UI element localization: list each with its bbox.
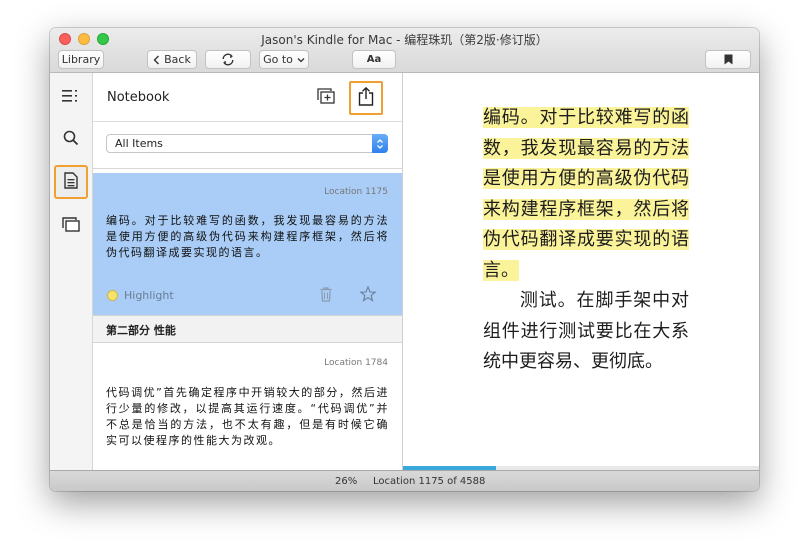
note-type-label: Highlight: [124, 289, 174, 302]
goto-button-label: Go to: [263, 53, 293, 66]
library-button[interactable]: Library: [58, 50, 104, 69]
sidebar-item-search[interactable]: [54, 123, 88, 157]
sidebar-item-toc[interactable]: [54, 80, 88, 114]
sync-icon: [221, 53, 235, 66]
sidebar-rail: [50, 73, 93, 470]
sidebar-item-notebook[interactable]: [54, 165, 88, 199]
trash-icon[interactable]: [320, 287, 332, 306]
close-window-button[interactable]: [59, 33, 71, 45]
library-button-label: Library: [61, 53, 101, 66]
back-button[interactable]: Back: [147, 50, 197, 69]
share-icon: [358, 86, 374, 110]
section-header-label: 第二部分 性能: [106, 324, 176, 337]
title-toolbar: Jason's Kindle for Mac - 编程珠玑（第2版·修订版） L…: [50, 28, 759, 73]
filter-row: All Items: [93, 122, 402, 169]
chevron-down-icon: [297, 57, 305, 63]
filter-select[interactable]: All Items: [106, 134, 388, 153]
notebook-icon: [64, 171, 78, 193]
highlight-color-icon: [107, 290, 118, 301]
note-card[interactable]: Location 1784 代码调优”首先确定程序中开销较大的部分，然后进行少量…: [93, 343, 402, 470]
minimize-window-button[interactable]: [78, 33, 90, 45]
star-icon[interactable]: [359, 285, 377, 306]
search-icon: [63, 130, 79, 150]
notebook-header: Notebook: [93, 73, 402, 122]
export-notebook-button[interactable]: [349, 81, 383, 115]
kindle-window: Jason's Kindle for Mac - 编程珠玑（第2版·修订版） L…: [50, 28, 759, 491]
sync-button[interactable]: [205, 50, 251, 69]
highlighted-passage[interactable]: 编码。对于比较难写的函数，我发现最容易的方法是使用方便的高级伪代码来构建程序框架…: [483, 107, 689, 281]
notebook-panel: Notebook All Items Location 1175 编码。对于比较…: [93, 73, 403, 470]
section-header: 第二部分 性能: [93, 315, 402, 343]
book-text: 编码。对于比较难写的函数，我发现最容易的方法是使用方便的高级伪代码来构建程序框架…: [483, 103, 689, 378]
chevron-left-icon: [153, 55, 160, 65]
bookmark-icon: [724, 54, 733, 65]
goto-button[interactable]: Go to: [259, 50, 309, 69]
progress-percent: 26%: [335, 476, 358, 487]
note-card-selected[interactable]: Location 1175 编码。对于比较难写的函数，我发现最容易的方法是使用方…: [93, 173, 402, 315]
select-arrows-icon: [372, 134, 388, 153]
reading-pane[interactable]: 编码。对于比较难写的函数，我发现最容易的方法是使用方便的高级伪代码来构建程序框架…: [403, 73, 759, 470]
font-settings-label: Aa: [366, 54, 382, 65]
sidebar-item-flashcards[interactable]: [54, 209, 88, 243]
notebook-title: Notebook: [107, 90, 170, 105]
filter-selected-label: All Items: [115, 137, 163, 150]
location-readout: Location 1175 of 4588: [373, 476, 486, 487]
note-text: 编码。对于比较难写的函数，我发现最容易的方法是使用方便的高级伪代码来构建程序框架…: [106, 214, 389, 259]
body-passage: 测试。在脚手架中对组件进行测试要比在大系统中更容易、更彻底。: [483, 290, 689, 372]
note-location: Location 1175: [324, 187, 388, 197]
note-text: 代码调优”首先确定程序中开销较大的部分，然后进行少量的修改，以提高其运行速度。“…: [106, 386, 389, 447]
flashcards-icon: [62, 216, 80, 236]
zoom-window-button[interactable]: [97, 33, 109, 45]
back-button-label: Back: [164, 53, 191, 66]
new-flashcard-button[interactable]: [309, 81, 343, 115]
note-location: Location 1784: [324, 358, 388, 368]
status-bar: 26% Location 1175 of 4588: [50, 470, 759, 491]
window-title: Jason's Kindle for Mac - 编程珠玑（第2版·修订版）: [261, 33, 548, 47]
bookmark-button[interactable]: [705, 50, 751, 69]
font-settings-button[interactable]: Aa: [352, 50, 396, 69]
add-card-icon: [317, 88, 335, 108]
toc-icon: [62, 88, 80, 107]
